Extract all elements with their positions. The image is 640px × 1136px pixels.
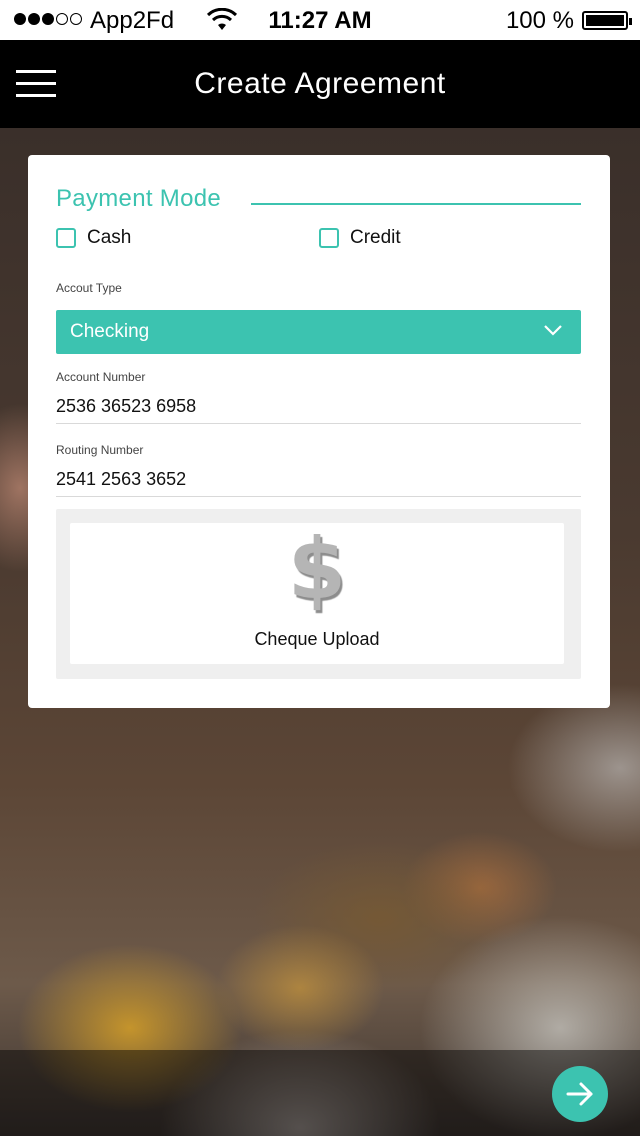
routing-number-field[interactable] xyxy=(56,463,581,497)
arrow-right-icon xyxy=(566,1082,593,1106)
account-number-field[interactable] xyxy=(56,390,581,424)
credit-label: Credit xyxy=(350,227,401,248)
dollar-icon: $ xyxy=(287,520,347,618)
cheque-upload-button[interactable]: $ Cheque Upload xyxy=(70,523,564,664)
cash-option[interactable]: Cash xyxy=(56,227,131,249)
cheque-upload-label: Cheque Upload xyxy=(254,629,380,649)
account-type-dropdown[interactable]: Checking xyxy=(56,310,581,354)
payment-mode-title: Payment Mode xyxy=(56,185,222,212)
account-type-value: Checking xyxy=(70,321,150,342)
cheque-upload-area: $ Cheque Upload xyxy=(56,509,581,679)
battery-icon xyxy=(582,11,632,30)
agreement-form-card: Payment Mode Cash Credit Accout Type Che… xyxy=(28,155,610,708)
routing-number-label: Routing Number xyxy=(56,443,144,457)
status-bar: App2Fd 11:27 AM 100 % xyxy=(0,0,640,40)
credit-option[interactable]: Credit xyxy=(319,227,401,249)
cash-checkbox[interactable] xyxy=(56,228,76,248)
credit-checkbox[interactable] xyxy=(319,228,339,248)
cash-label: Cash xyxy=(87,227,132,248)
bottom-bar xyxy=(0,1050,640,1136)
app-header: Create Agreement xyxy=(0,40,640,128)
battery-percent: 100 % xyxy=(505,7,574,34)
account-number-label: Account Number xyxy=(56,370,146,384)
section-divider xyxy=(251,203,581,205)
next-button[interactable] xyxy=(552,1066,608,1122)
page-title: Create Agreement xyxy=(194,67,446,100)
account-type-label: Accout Type xyxy=(56,281,122,295)
chevron-down-icon xyxy=(544,325,562,336)
